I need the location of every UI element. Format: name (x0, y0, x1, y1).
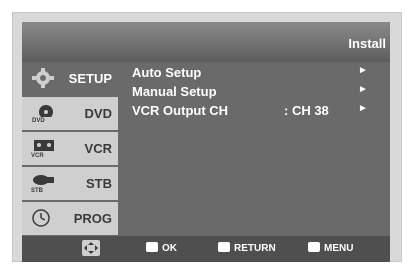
menu-item-manual-setup[interactable]: Manual Setup ► (118, 83, 390, 100)
ok-button[interactable]: OK (146, 242, 177, 254)
svg-text:VCR: VCR (31, 153, 44, 158)
page-title: Install (348, 36, 386, 51)
arrow-right-icon: ► (358, 84, 368, 95)
dpad-icon (82, 240, 100, 259)
dvd-icon: DVD (30, 103, 56, 124)
svg-text:STB: STB (31, 188, 44, 193)
sidebar: SETUP DVD DVD VCR VCR STB STB PROG (22, 62, 118, 237)
sidebar-item-label: VCR (84, 141, 112, 156)
sidebar-item-dvd[interactable]: DVD DVD (22, 97, 118, 132)
svg-text:DVD: DVD (32, 118, 45, 123)
return-icon (218, 242, 230, 252)
ok-icon (146, 242, 158, 252)
menu-item-label: Auto Setup (132, 65, 202, 80)
stb-icon: STB (30, 173, 56, 194)
menu-item-label: VCR Output CH (132, 103, 229, 118)
menu-icon (308, 242, 320, 252)
arrow-right-icon: ► (358, 65, 368, 76)
header-bar: Install (22, 22, 390, 62)
sidebar-item-label: PROG (73, 211, 112, 226)
menu-item-auto-setup[interactable]: Auto Setup ► (118, 64, 390, 81)
sidebar-item-vcr[interactable]: VCR VCR (22, 132, 118, 167)
ok-label: OK (162, 243, 177, 254)
gear-icon (30, 68, 56, 88)
sidebar-item-label: SETUP (68, 71, 112, 86)
sidebar-item-setup[interactable]: SETUP (22, 62, 118, 97)
menu-button[interactable]: MENU (308, 242, 353, 254)
menu-item-vcr-output-ch[interactable]: VCR Output CH : CH 38 ► (118, 102, 390, 119)
osd-screen: Install SETUP DVD DVD VCR VCR STB STB PR… (22, 22, 390, 262)
return-button[interactable]: RETURN (218, 242, 276, 254)
menu-label: MENU (324, 243, 354, 254)
sidebar-item-prog[interactable]: PROG (22, 202, 118, 237)
menu-panel: Auto Setup ► Manual Setup ► VCR Output C… (118, 62, 390, 236)
sidebar-item-label: STB (86, 176, 112, 191)
menu-item-label: Manual Setup (132, 84, 217, 99)
vcr-icon: VCR (30, 138, 56, 159)
menu-item-value: : CH 38 (284, 103, 329, 118)
return-label: RETURN (234, 243, 276, 254)
footer-bar: OK RETURN MENU (22, 236, 390, 262)
clock-icon (30, 208, 56, 228)
sidebar-item-label: DVD (84, 106, 112, 121)
arrow-right-icon: ► (358, 103, 368, 114)
sidebar-item-stb[interactable]: STB STB (22, 167, 118, 202)
